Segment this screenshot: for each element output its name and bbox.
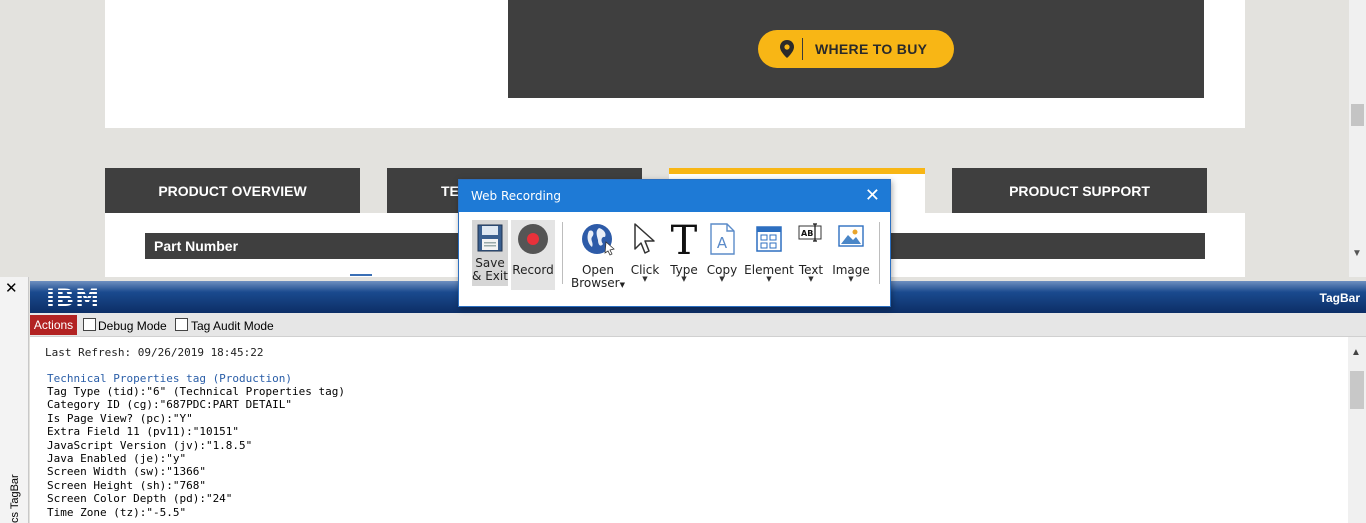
type-button[interactable]: T Type ▼ bbox=[667, 220, 701, 290]
link-fragment bbox=[350, 274, 372, 276]
element-button[interactable]: Element ▼ bbox=[744, 220, 794, 290]
image-icon bbox=[838, 225, 864, 247]
dropdown-arrow-icon: ▼ bbox=[848, 275, 854, 283]
dropdown-arrow-icon: ▼ bbox=[642, 275, 648, 283]
dialog-titlebar[interactable]: Web Recording ✕ bbox=[459, 180, 890, 212]
page-scrollbar[interactable]: ▼ bbox=[1349, 0, 1366, 277]
tag-property-line: Is Page View? (pc):"Y" bbox=[47, 411, 193, 425]
tagbar-title: TagBar bbox=[1319, 291, 1360, 305]
tagbar-side-label: cs TagBar bbox=[9, 474, 21, 523]
debug-mode-checkbox[interactable] bbox=[83, 318, 96, 331]
ibm-logo: IBM bbox=[46, 284, 101, 312]
dialog-close-icon[interactable]: ✕ bbox=[865, 186, 880, 204]
tag-audit-mode-label[interactable]: Tag Audit Mode bbox=[191, 319, 274, 333]
tag-property-line: Time Zone (tz):"-5.5" bbox=[47, 505, 187, 519]
floppy-disk-icon bbox=[477, 224, 503, 252]
dropdown-arrow-icon: ▼ bbox=[619, 281, 626, 289]
part-number-label: Part Number bbox=[154, 238, 239, 254]
tag-property-line: Screen Width (sw):"1366" bbox=[47, 465, 206, 479]
cursor-icon bbox=[634, 223, 655, 254]
save-label: Save & Exit bbox=[472, 256, 508, 283]
tab-label: TE bbox=[441, 182, 459, 199]
button-divider bbox=[802, 38, 803, 60]
tag-title[interactable]: Technical Properties tag (Production) bbox=[47, 372, 292, 385]
tag-property-line: Java Enabled (je):"y" bbox=[47, 451, 187, 465]
svg-text:A: A bbox=[717, 234, 728, 252]
dropdown-arrow-icon: ▼ bbox=[766, 275, 772, 283]
click-button[interactable]: Click ▼ bbox=[629, 220, 661, 290]
tagbar-scrollbar[interactable]: ▲ bbox=[1348, 337, 1366, 523]
tab-product-overview[interactable]: PRODUCT OVERVIEW bbox=[105, 168, 360, 213]
record-button[interactable]: Record bbox=[511, 220, 555, 290]
dropdown-arrow-icon: ▼ bbox=[719, 275, 725, 283]
record-label: Record bbox=[512, 263, 554, 277]
text-field-icon: AB bbox=[798, 223, 822, 242]
toolbar-divider bbox=[879, 222, 880, 284]
image-button[interactable]: Image ▼ bbox=[832, 220, 870, 290]
tab-product-support[interactable]: PRODUCT SUPPORT bbox=[952, 168, 1207, 213]
page-scrollbar-thumb[interactable] bbox=[1351, 104, 1364, 126]
tab-label: PRODUCT SUPPORT bbox=[1009, 182, 1150, 199]
tag-property-line: Category ID (cg):"687PDC:PART DETAIL" bbox=[47, 398, 293, 412]
open-browser-label: Open Browser▼ bbox=[570, 263, 626, 290]
element-grid-icon bbox=[756, 226, 782, 252]
open-browser-button[interactable]: Open Browser▼ bbox=[570, 220, 626, 290]
copy-document-icon: A bbox=[710, 223, 735, 255]
tag-property-line: Screen Height (sh):"768" bbox=[47, 478, 206, 492]
dialog-title: Web Recording bbox=[471, 189, 561, 203]
debug-mode-label[interactable]: Debug Mode bbox=[98, 319, 167, 333]
tag-properties-list: Tag Type (tid):"6" (Technical Properties… bbox=[47, 385, 345, 519]
scroll-down-icon[interactable]: ▼ bbox=[1352, 248, 1362, 259]
copy-button[interactable]: A Copy ▼ bbox=[705, 220, 739, 290]
record-icon bbox=[518, 224, 548, 254]
tag-property-line: Screen Color Depth (pd):"24" bbox=[47, 492, 233, 506]
where-to-buy-label: WHERE TO BUY bbox=[815, 41, 928, 57]
where-to-buy-button[interactable]: WHERE TO BUY bbox=[758, 30, 954, 68]
web-recording-dialog: Web Recording ✕ Save & Exit Record Open … bbox=[458, 179, 891, 307]
tagbar-scrollbar-thumb[interactable] bbox=[1350, 371, 1364, 409]
tagbar-toolbar: Actions Debug Mode Tag Audit Mode bbox=[30, 313, 1366, 337]
tag-property-line: Extra Field 11 (pv11):"10151" bbox=[47, 425, 240, 439]
svg-text:T: T bbox=[671, 222, 698, 258]
tab-label: PRODUCT OVERVIEW bbox=[158, 182, 307, 199]
tag-property-line: Tag Type (tid):"6" (Technical Properties… bbox=[47, 385, 346, 398]
dropdown-arrow-icon: ▼ bbox=[681, 275, 687, 283]
dropdown-arrow-icon: ▼ bbox=[808, 275, 814, 283]
last-refresh-text: Last Refresh: 09/26/2019 18:45:22 bbox=[45, 346, 264, 359]
text-button[interactable]: AB Text ▼ bbox=[796, 220, 826, 290]
tag-property-line: JavaScript Version (jv):"1.8.5" bbox=[47, 438, 253, 452]
scroll-up-icon[interactable]: ▲ bbox=[1351, 347, 1361, 358]
globe-icon bbox=[582, 224, 615, 256]
actions-button[interactable]: Actions bbox=[30, 315, 77, 335]
map-pin-icon bbox=[780, 40, 794, 58]
toolbar-divider bbox=[562, 222, 563, 284]
tag-audit-mode-checkbox[interactable] bbox=[175, 318, 188, 331]
svg-text:AB: AB bbox=[801, 229, 813, 238]
tagbar-content: Last Refresh: 09/26/2019 18:45:22 Techni… bbox=[30, 337, 1348, 523]
tagbar-close-icon[interactable]: ✕ bbox=[5, 281, 18, 296]
type-t-icon: T bbox=[671, 222, 698, 258]
save-exit-button[interactable]: Save & Exit bbox=[472, 220, 508, 286]
